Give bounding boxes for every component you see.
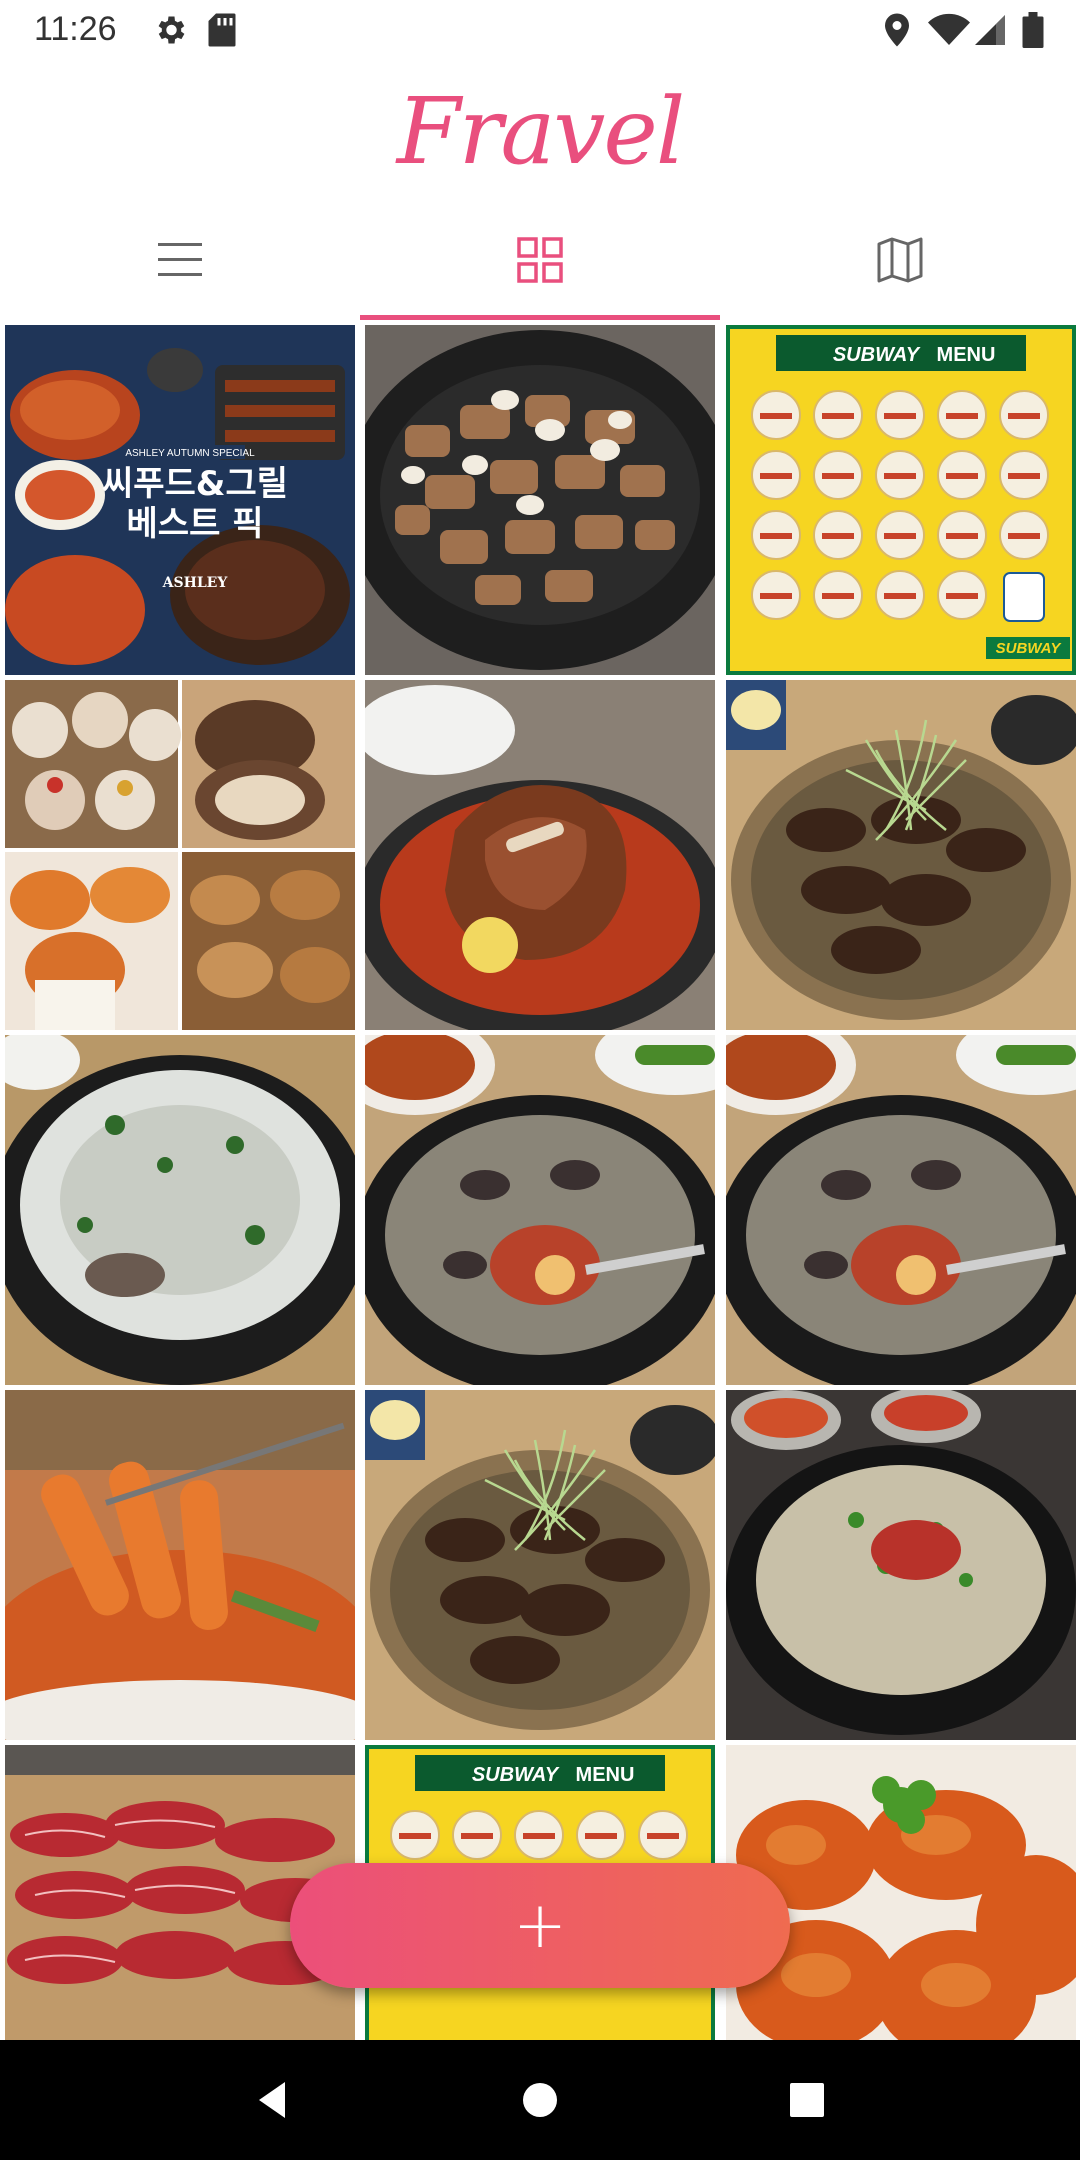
status-bar: 11:26	[0, 0, 1080, 60]
list-icon	[156, 236, 204, 289]
photo-seafood-grill-poster[interactable]: ASHLEY AUTUMN SPECIAL 씨푸드&그릴 베스트 픽 ASHLE…	[5, 325, 355, 675]
subway-brand-text-bottom: SUBWAY	[996, 640, 1063, 657]
poster-main-text: 씨푸드&그릴	[102, 464, 288, 504]
recents-icon	[789, 2083, 824, 2117]
tab-grid[interactable]	[360, 205, 720, 320]
photo-grilled-pork[interactable]	[365, 325, 715, 675]
poster-tag-text: ASHLEY AUTUMN SPECIAL	[125, 448, 255, 459]
sd-card-icon	[206, 12, 238, 53]
photo-seolleongtang[interactable]	[5, 1035, 355, 1385]
signal-icon	[972, 12, 1008, 53]
subway-brand-text: SUBWAY	[833, 344, 921, 366]
photo-braised-ribs[interactable]	[365, 680, 715, 1030]
tab-list[interactable]	[0, 205, 360, 320]
grid-icon	[516, 236, 564, 289]
plus-icon: +	[513, 1888, 567, 1963]
tab-indicator	[360, 315, 720, 320]
photo-subway-menu[interactable]: SUBWAY MENU SUBWAY	[726, 325, 1076, 675]
gear-icon	[152, 12, 188, 53]
photo-bakery-collage[interactable]	[5, 680, 355, 1030]
subway-2-brand-text: SUBWAY	[472, 1764, 560, 1786]
back-button[interactable]	[233, 2060, 313, 2140]
add-button[interactable]: +	[290, 1863, 790, 1988]
back-icon	[259, 2082, 286, 2118]
wifi-icon	[928, 12, 970, 53]
subway-menu-text: MENU	[937, 344, 996, 366]
home-button[interactable]	[500, 2060, 580, 2140]
status-time: 11:26	[34, 10, 117, 48]
location-icon	[882, 12, 912, 53]
subway-2-menu-text: MENU	[576, 1764, 635, 1786]
photo-sundae-gukbap-2[interactable]	[726, 1035, 1076, 1385]
battery-icon	[1022, 12, 1044, 53]
poster-sub-text: 베스트 픽	[127, 504, 264, 544]
photo-sundae-gukbap[interactable]	[365, 1035, 715, 1385]
poster-brand-text: ASHLEY	[162, 575, 229, 591]
home-icon	[522, 2083, 557, 2117]
system-nav-bar	[0, 2040, 1080, 2160]
photo-bulgogi-scallion-2[interactable]	[365, 1390, 715, 1740]
photo-dwaeji-gukbap[interactable]	[726, 1390, 1076, 1740]
photo-grid: ASHLEY AUTUMN SPECIAL 씨푸드&그릴 베스트 픽 ASHLE…	[0, 322, 1080, 2044]
photo-tteokbokki[interactable]	[5, 1390, 355, 1740]
tab-map[interactable]	[720, 205, 1080, 320]
map-icon	[876, 236, 924, 289]
photo-bulgogi-scallion[interactable]	[726, 680, 1076, 1030]
recents-button[interactable]	[767, 2060, 847, 2140]
view-tabs	[0, 205, 1080, 320]
app-title: Fravel	[396, 78, 686, 185]
